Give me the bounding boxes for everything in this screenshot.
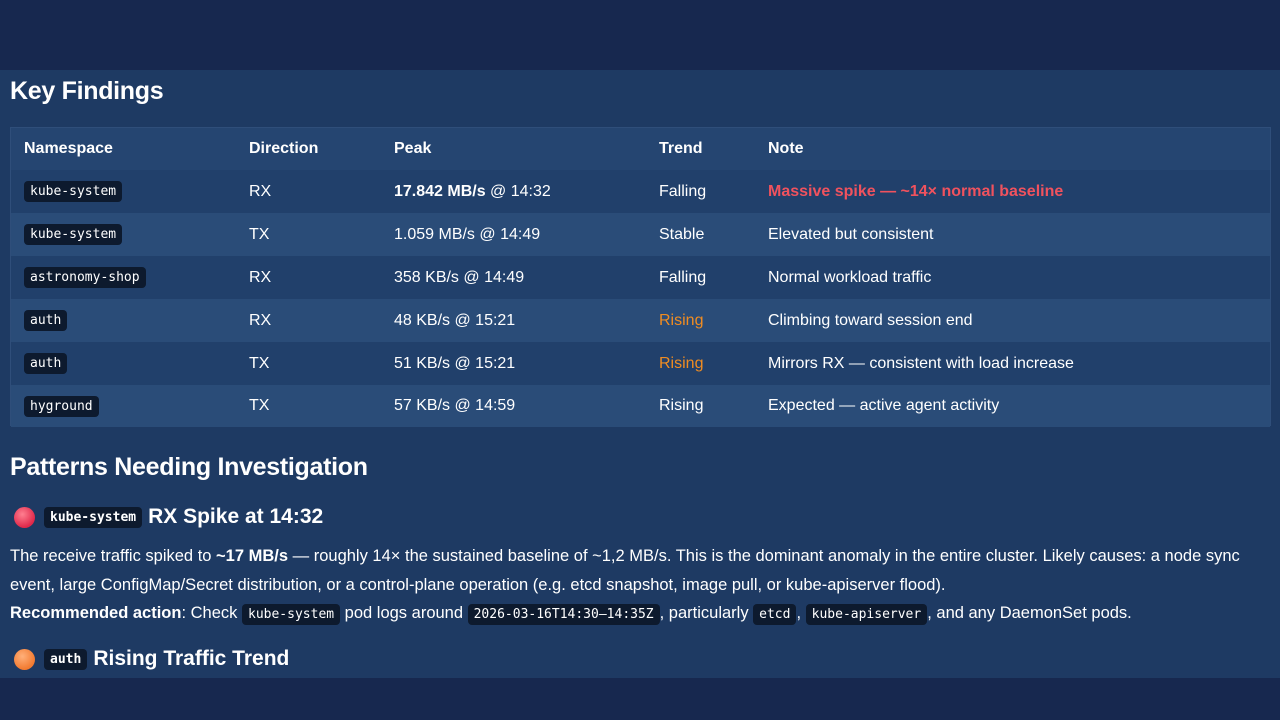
inline-code: kube-system bbox=[242, 604, 341, 625]
peak-cell: 1.059 MB/s @ 14:49 bbox=[394, 213, 540, 256]
direction-cell: TX bbox=[249, 354, 270, 372]
peak-cell: 48 KB/s @ 15:21 bbox=[394, 299, 515, 342]
peak-time: @ 14:32 bbox=[485, 182, 551, 200]
column-header-peak: Peak bbox=[394, 140, 432, 157]
findings-table: Namespace Direction Peak Trend Note kube… bbox=[10, 127, 1271, 427]
note-cell: Massive spike — ~14× normal baseline bbox=[768, 182, 1064, 200]
peak-value: 358 KB/s bbox=[394, 268, 459, 286]
action-label: Recommended action bbox=[10, 604, 182, 622]
peak-time: @ 14:59 bbox=[450, 397, 516, 414]
peak-cell: 17.842 MB/s @ 14:32 bbox=[394, 170, 551, 213]
orange-circle-icon bbox=[14, 648, 35, 670]
namespace-code: astronomy-shop bbox=[24, 267, 146, 288]
peak-cell: 51 KB/s @ 15:21 bbox=[394, 342, 515, 385]
pattern-title: RX Spike at 14:32 bbox=[148, 505, 324, 528]
action-text: , and any DaemonSet pods. bbox=[927, 604, 1132, 622]
namespace-code: kube-system bbox=[24, 181, 123, 202]
direction-cell: RX bbox=[249, 268, 272, 286]
column-header-note: Note bbox=[768, 140, 804, 157]
pattern-heading-auth: auth Rising Traffic Trend bbox=[14, 647, 289, 671]
recommended-action: Recommended action: Check kube-system po… bbox=[10, 599, 1270, 628]
trend-cell: Falling bbox=[659, 268, 707, 286]
trend-cell: Rising bbox=[659, 311, 704, 329]
namespace-code: kube-system bbox=[44, 506, 143, 528]
pattern-description: The receive traffic spiked to ~17 MB/s —… bbox=[10, 542, 1270, 599]
namespace-code: auth bbox=[24, 353, 68, 374]
report-panel: Key Findings Namespace Direction Peak Tr… bbox=[0, 70, 1280, 678]
inline-code: 2026-03-16T14:30–14:35Z bbox=[467, 604, 660, 625]
note-cell: Mirrors RX — consistent with load increa… bbox=[768, 354, 1074, 372]
table-header-row: Namespace Direction Peak Trend Note bbox=[11, 128, 1270, 170]
action-text: , bbox=[796, 604, 806, 622]
red-circle-icon bbox=[14, 506, 35, 528]
key-findings-heading: Key Findings bbox=[10, 77, 164, 105]
action-text: pod logs around bbox=[340, 604, 468, 622]
action-text: , particularly bbox=[659, 604, 754, 622]
peak-value: 48 KB/s bbox=[394, 311, 451, 329]
note-cell: Expected — active agent activity bbox=[768, 397, 1000, 414]
patterns-heading: Patterns Needing Investigation bbox=[10, 453, 368, 481]
description-bold: ~17 MB/s bbox=[216, 547, 289, 565]
direction-cell: TX bbox=[249, 397, 270, 414]
inline-code: etcd bbox=[753, 604, 797, 625]
peak-time: @ 14:49 bbox=[458, 268, 525, 286]
peak-value: 1.059 MB/s bbox=[394, 225, 475, 243]
namespace-code: kube-system bbox=[24, 224, 123, 245]
bottom-band bbox=[0, 678, 1280, 720]
table-row: astronomy-shop RX 358 KB/s @ 14:49 Falli… bbox=[11, 256, 1270, 299]
column-header-direction: Direction bbox=[249, 140, 319, 157]
namespace-code: auth bbox=[24, 310, 68, 331]
trend-cell: Falling bbox=[659, 182, 707, 200]
trend-cell: Rising bbox=[659, 354, 704, 372]
direction-cell: RX bbox=[249, 182, 272, 200]
peak-cell: 358 KB/s @ 14:49 bbox=[394, 256, 524, 299]
table-row: hyground TX 57 KB/s @ 14:59 Rising Expec… bbox=[11, 385, 1270, 427]
trend-cell: Rising bbox=[659, 397, 704, 414]
peak-cell: 57 KB/s @ 14:59 bbox=[394, 385, 515, 427]
note-cell: Elevated but consistent bbox=[768, 225, 934, 243]
pattern-title: Rising Traffic Trend bbox=[93, 647, 290, 670]
peak-value: 57 KB/s bbox=[394, 397, 451, 414]
trend-cell: Stable bbox=[659, 225, 705, 243]
namespace-code: auth bbox=[44, 648, 88, 670]
direction-cell: TX bbox=[249, 225, 270, 243]
peak-time: @ 15:21 bbox=[450, 354, 516, 372]
action-text: : Check bbox=[181, 604, 242, 622]
column-header-namespace: Namespace bbox=[24, 140, 113, 157]
pattern-heading-kube-system: kube-system RX Spike at 14:32 bbox=[14, 505, 323, 529]
table-row: auth RX 48 KB/s @ 15:21 Rising Climbing … bbox=[11, 299, 1270, 342]
top-band bbox=[0, 0, 1280, 70]
peak-time: @ 14:49 bbox=[474, 225, 541, 243]
table-row: kube-system TX 1.059 MB/s @ 14:49 Stable… bbox=[11, 213, 1270, 256]
peak-value: 51 KB/s bbox=[394, 354, 451, 372]
table-row: kube-system RX 17.842 MB/s @ 14:32 Falli… bbox=[11, 170, 1270, 213]
namespace-code: hyground bbox=[24, 395, 99, 417]
inline-code: kube-apiserver bbox=[805, 604, 928, 625]
note-cell: Normal workload traffic bbox=[768, 268, 932, 286]
description-text: The receive traffic spiked to bbox=[10, 547, 217, 565]
table-row: auth TX 51 KB/s @ 15:21 Rising Mirrors R… bbox=[11, 342, 1270, 385]
peak-time: @ 15:21 bbox=[450, 311, 516, 329]
direction-cell: RX bbox=[249, 311, 272, 329]
peak-value: 17.842 MB/s bbox=[394, 182, 486, 200]
note-cell: Climbing toward session end bbox=[768, 311, 973, 329]
column-header-trend: Trend bbox=[659, 140, 703, 157]
